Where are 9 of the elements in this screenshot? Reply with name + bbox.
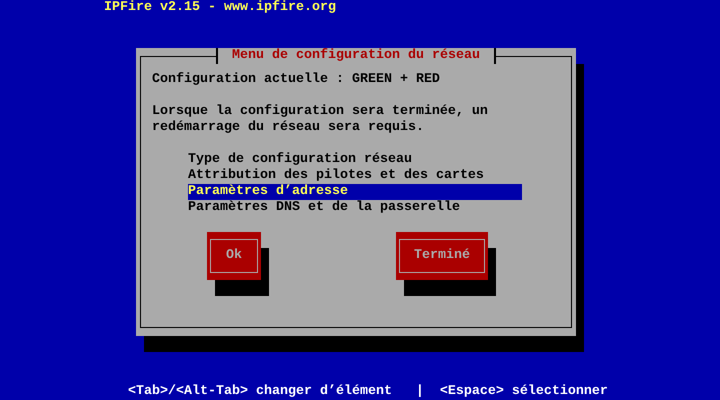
status-text: Configuration actuelle : GREEN + RED (152, 72, 441, 88)
help-text: <Tab>/<Alt-Tab> changer d’élément | <Espace> sélectionner (128, 384, 608, 400)
menu-item[interactable]: Paramètres d’adresse (188, 184, 522, 200)
menu-item[interactable]: Paramètres DNS et de la passerelle (188, 200, 522, 216)
dialog-title: Menu de configuration du réseau (216, 48, 496, 64)
message-text: Lorsque la configuration sera terminée, un redémarrage du réseau sera requis. (152, 104, 489, 136)
menu-item[interactable]: Type de configuration réseau (188, 152, 522, 168)
menu-item[interactable]: Attribution des pilotes et des cartes (188, 168, 522, 184)
screen-title: IPFire v2.15 - www.ipfire.org (104, 0, 336, 16)
